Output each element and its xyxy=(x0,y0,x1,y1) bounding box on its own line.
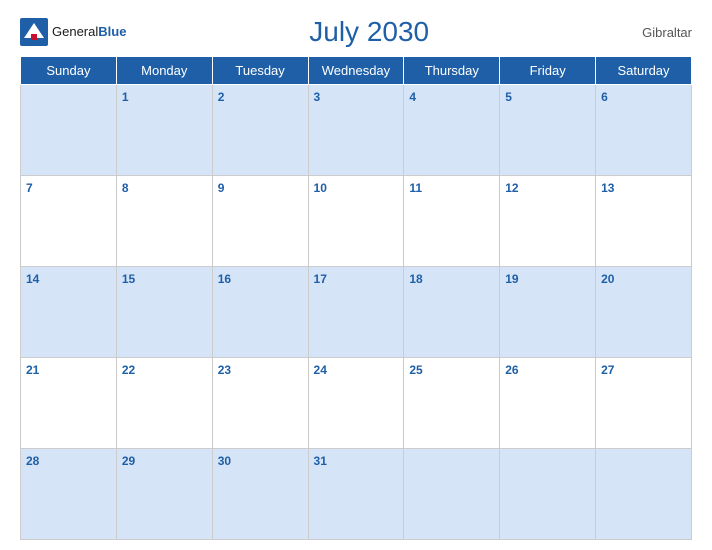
day-number: 8 xyxy=(122,181,129,195)
calendar-cell: 18 xyxy=(404,267,500,358)
calendar-cell: 4 xyxy=(404,85,500,176)
calendar-cell: 6 xyxy=(596,85,692,176)
col-saturday: Saturday xyxy=(596,57,692,85)
day-number: 13 xyxy=(601,181,614,195)
day-number: 21 xyxy=(26,363,39,377)
calendar-cell: 14 xyxy=(21,267,117,358)
calendar-cell xyxy=(500,449,596,540)
day-number: 29 xyxy=(122,454,135,468)
calendar-cell: 2 xyxy=(212,85,308,176)
day-number: 26 xyxy=(505,363,518,377)
day-number: 17 xyxy=(314,272,327,286)
calendar-week-2: 7 8 9 10 11 12 13 xyxy=(21,176,692,267)
calendar-cell: 22 xyxy=(116,358,212,449)
calendar-cell: 24 xyxy=(308,358,404,449)
calendar-cell: 13 xyxy=(596,176,692,267)
logo-general-text: GeneralBlue xyxy=(52,23,126,41)
day-number: 19 xyxy=(505,272,518,286)
day-number: 9 xyxy=(218,181,225,195)
calendar-table: Sunday Monday Tuesday Wednesday Thursday… xyxy=(20,56,692,540)
logo-icon xyxy=(20,18,48,46)
col-wednesday: Wednesday xyxy=(308,57,404,85)
day-number: 27 xyxy=(601,363,614,377)
day-number: 12 xyxy=(505,181,518,195)
day-number: 1 xyxy=(122,90,129,104)
calendar-cell: 15 xyxy=(116,267,212,358)
calendar-cell: 20 xyxy=(596,267,692,358)
calendar-title: July 2030 xyxy=(126,16,612,48)
calendar-cell: 17 xyxy=(308,267,404,358)
calendar-cell: 1 xyxy=(116,85,212,176)
day-number: 20 xyxy=(601,272,614,286)
calendar-cell: 9 xyxy=(212,176,308,267)
calendar-cell: 28 xyxy=(21,449,117,540)
day-number: 24 xyxy=(314,363,327,377)
calendar-cell xyxy=(596,449,692,540)
day-number: 16 xyxy=(218,272,231,286)
day-number: 4 xyxy=(409,90,416,104)
calendar-cell: 10 xyxy=(308,176,404,267)
calendar-cell xyxy=(21,85,117,176)
col-sunday: Sunday xyxy=(21,57,117,85)
location-label: Gibraltar xyxy=(612,25,692,40)
calendar-cell: 23 xyxy=(212,358,308,449)
logo: GeneralBlue xyxy=(20,18,126,46)
calendar-cell: 31 xyxy=(308,449,404,540)
day-number: 10 xyxy=(314,181,327,195)
calendar-cell: 26 xyxy=(500,358,596,449)
calendar-cell: 16 xyxy=(212,267,308,358)
calendar-cell: 27 xyxy=(596,358,692,449)
day-number: 25 xyxy=(409,363,422,377)
calendar-week-1: 1 2 3 4 5 6 xyxy=(21,85,692,176)
calendar-cell: 3 xyxy=(308,85,404,176)
day-number: 15 xyxy=(122,272,135,286)
col-friday: Friday xyxy=(500,57,596,85)
day-number: 18 xyxy=(409,272,422,286)
calendar-cell xyxy=(404,449,500,540)
calendar-cell: 21 xyxy=(21,358,117,449)
calendar-cell: 8 xyxy=(116,176,212,267)
calendar-week-4: 21 22 23 24 25 26 27 xyxy=(21,358,692,449)
calendar-cell: 30 xyxy=(212,449,308,540)
days-header-row: Sunday Monday Tuesday Wednesday Thursday… xyxy=(21,57,692,85)
calendar-cell: 12 xyxy=(500,176,596,267)
day-number: 2 xyxy=(218,90,225,104)
calendar-cell: 5 xyxy=(500,85,596,176)
calendar-cell: 11 xyxy=(404,176,500,267)
header: GeneralBlue July 2030 Gibraltar xyxy=(20,10,692,50)
col-tuesday: Tuesday xyxy=(212,57,308,85)
day-number: 30 xyxy=(218,454,231,468)
day-number: 23 xyxy=(218,363,231,377)
calendar-week-5: 28 29 30 31 xyxy=(21,449,692,540)
calendar-cell: 29 xyxy=(116,449,212,540)
calendar-cell: 7 xyxy=(21,176,117,267)
day-number: 7 xyxy=(26,181,33,195)
col-monday: Monday xyxy=(116,57,212,85)
calendar-cell: 19 xyxy=(500,267,596,358)
calendar-week-3: 14 15 16 17 18 19 20 xyxy=(21,267,692,358)
calendar-body: 1234567891011121314151617181920212223242… xyxy=(21,85,692,540)
day-number: 5 xyxy=(505,90,512,104)
day-number: 31 xyxy=(314,454,327,468)
day-number: 3 xyxy=(314,90,321,104)
day-number: 11 xyxy=(409,181,422,195)
day-number: 14 xyxy=(26,272,39,286)
day-number: 22 xyxy=(122,363,135,377)
day-number: 6 xyxy=(601,90,608,104)
col-thursday: Thursday xyxy=(404,57,500,85)
day-number: 28 xyxy=(26,454,39,468)
calendar-cell: 25 xyxy=(404,358,500,449)
